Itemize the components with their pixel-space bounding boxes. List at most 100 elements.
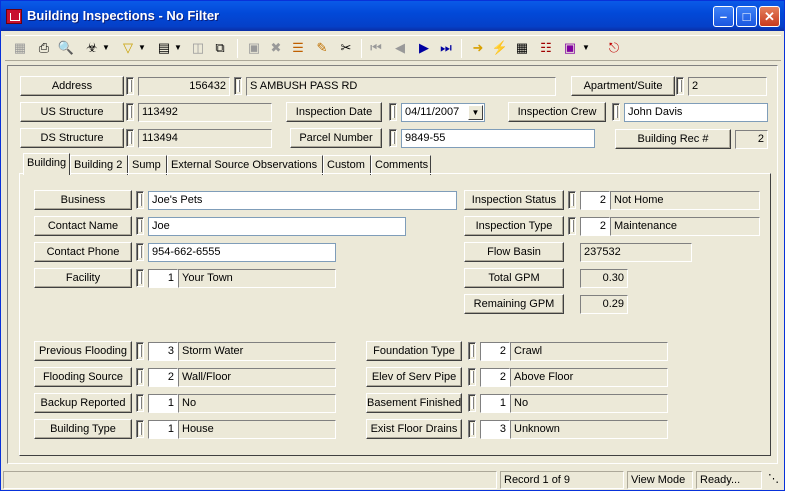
record-selector[interactable] [468, 394, 476, 412]
address-number-field[interactable]: 156432 [138, 77, 230, 96]
parcel-number-button[interactable]: Parcel Number [290, 128, 382, 148]
inspection-crew-field[interactable]: John Davis [624, 103, 768, 122]
apartment-suite-field[interactable]: 2 [688, 77, 767, 96]
cut-icon[interactable]: ✂ [337, 39, 355, 57]
contact-phone-field[interactable]: 954-662-6555 [148, 243, 336, 262]
record-selector[interactable] [136, 269, 144, 287]
tab-custom[interactable]: Custom [323, 155, 371, 175]
us-structure-field[interactable]: 113492 [138, 103, 272, 122]
print-preview-icon[interactable]: 🔍 [57, 39, 75, 57]
first-record-icon[interactable]: ⏮ [367, 39, 385, 57]
remaining-gpm-button[interactable]: Remaining GPM [464, 294, 564, 314]
next-record-icon[interactable]: ▶ [415, 39, 433, 57]
building-rec-button[interactable]: Building Rec # [615, 129, 731, 149]
record-selector[interactable] [136, 243, 144, 261]
elev-serv-pipe-code-field[interactable]: 2 [480, 368, 510, 387]
inspection-status-button[interactable]: Inspection Status [464, 190, 564, 210]
record-selector[interactable] [136, 420, 144, 438]
us-structure-button[interactable]: US Structure [20, 102, 124, 122]
business-field[interactable]: Joe's Pets [148, 191, 457, 210]
edit-pencil-icon[interactable]: ✎ [313, 39, 331, 57]
record-selector[interactable] [612, 103, 620, 121]
record-selector[interactable] [468, 420, 476, 438]
books-dropdown-icon[interactable]: ▼ [581, 39, 591, 57]
record-selector[interactable] [389, 129, 397, 147]
stack-icon[interactable]: ☰ [289, 39, 307, 57]
backup-reported-button[interactable]: Backup Reported [34, 393, 132, 413]
maximize-button[interactable]: □ [736, 6, 757, 27]
tab-building[interactable]: Building [23, 153, 70, 175]
record-selector[interactable] [468, 342, 476, 360]
view-dropdown-icon[interactable]: ▼ [173, 39, 183, 57]
record-selector[interactable] [126, 103, 134, 121]
foundation-type-code-field[interactable]: 2 [480, 342, 510, 361]
building-type-code-field[interactable]: 1 [148, 420, 178, 439]
lightning-icon[interactable]: ⚡ [491, 39, 509, 57]
resize-grip-icon[interactable]: ⋱ [765, 471, 782, 489]
record-selector[interactable] [676, 77, 684, 95]
record-selector[interactable] [136, 217, 144, 235]
previous-flooding-code-field[interactable]: 3 [148, 342, 178, 361]
record-selector[interactable] [468, 368, 476, 386]
form-view-icon[interactable]: ▤ [155, 39, 173, 57]
record-selector[interactable] [136, 342, 144, 360]
elev-serv-pipe-button[interactable]: Elev of Serv Pipe [366, 367, 462, 387]
total-gpm-button[interactable]: Total GPM [464, 268, 564, 288]
contact-name-field[interactable]: Joe [148, 217, 406, 236]
contact-name-button[interactable]: Contact Name [34, 216, 132, 236]
inspection-crew-button[interactable]: Inspection Crew [508, 102, 606, 122]
backup-reported-code-field[interactable]: 1 [148, 394, 178, 413]
address-button[interactable]: Address [20, 76, 124, 96]
apartment-suite-button[interactable]: Apartment/Suite [571, 76, 675, 96]
hierarchy-icon[interactable]: ☷ [537, 39, 555, 57]
inspection-status-code-field[interactable]: 2 [580, 191, 610, 210]
inspection-date-button[interactable]: Inspection Date [286, 102, 382, 122]
contact-phone-button[interactable]: Contact Phone [34, 242, 132, 262]
record-selector[interactable] [234, 77, 242, 95]
find-dropdown-icon[interactable]: ▼ [101, 39, 111, 57]
save-icon[interactable]: ▣ [245, 39, 263, 57]
copy-form-icon[interactable]: ⧉ [211, 39, 229, 57]
delete-icon[interactable]: ✖ [267, 39, 285, 57]
last-record-icon[interactable]: ⏭ [437, 39, 455, 57]
flooding-source-code-field[interactable]: 2 [148, 368, 178, 387]
record-selector[interactable] [136, 368, 144, 386]
filter-dropdown-icon[interactable]: ▼ [137, 39, 147, 57]
tab-external-source-observations[interactable]: External Source Observations [167, 155, 323, 175]
close-button[interactable]: ✕ [759, 6, 780, 27]
record-selector[interactable] [568, 191, 576, 209]
address-street-field[interactable]: S AMBUSH PASS RD [246, 77, 556, 96]
go-to-icon[interactable]: ➜ [469, 39, 487, 57]
tab-building-2[interactable]: Building 2 [70, 155, 128, 175]
facility-code-field[interactable]: 1 [148, 269, 178, 288]
facility-button[interactable]: Facility [34, 268, 132, 288]
flow-basin-button[interactable]: Flow Basin [464, 242, 564, 262]
print-icon[interactable]: ⎙ [35, 39, 53, 57]
basement-finished-code-field[interactable]: 1 [480, 394, 510, 413]
previous-record-icon[interactable]: ◀ [391, 39, 409, 57]
chevron-down-icon[interactable]: ▼ [468, 105, 483, 120]
previous-flooding-button[interactable]: Previous Flooding [34, 341, 132, 361]
foundation-type-button[interactable]: Foundation Type [366, 341, 462, 361]
record-selector[interactable] [136, 394, 144, 412]
exist-floor-drains-button[interactable]: Exist Floor Drains [366, 419, 462, 439]
basement-finished-button[interactable]: Basement Finished [366, 393, 462, 413]
record-selector[interactable] [126, 77, 134, 95]
exist-floor-drains-code-field[interactable]: 3 [480, 420, 510, 439]
record-selector[interactable] [126, 129, 134, 147]
books-icon[interactable]: ▣ [561, 39, 579, 57]
building-type-button[interactable]: Building Type [34, 419, 132, 439]
find-icon[interactable]: ☣ [83, 39, 101, 57]
inspection-type-button[interactable]: Inspection Type [464, 216, 564, 236]
tab-sump[interactable]: Sump [128, 155, 167, 175]
properties-icon[interactable]: ◫ [189, 39, 207, 57]
record-selector[interactable] [389, 103, 397, 121]
ds-structure-field[interactable]: 113494 [138, 129, 272, 148]
new-record-icon[interactable]: ▦ [11, 39, 29, 57]
tab-comments[interactable]: Comments [371, 155, 431, 175]
flooding-source-button[interactable]: Flooding Source [34, 367, 132, 387]
parcel-number-field[interactable]: 9849-55 [401, 129, 595, 148]
grid-icon[interactable]: ▦ [513, 39, 531, 57]
filter-icon[interactable]: ▽ [119, 39, 137, 57]
inspection-type-code-field[interactable]: 2 [580, 217, 610, 236]
